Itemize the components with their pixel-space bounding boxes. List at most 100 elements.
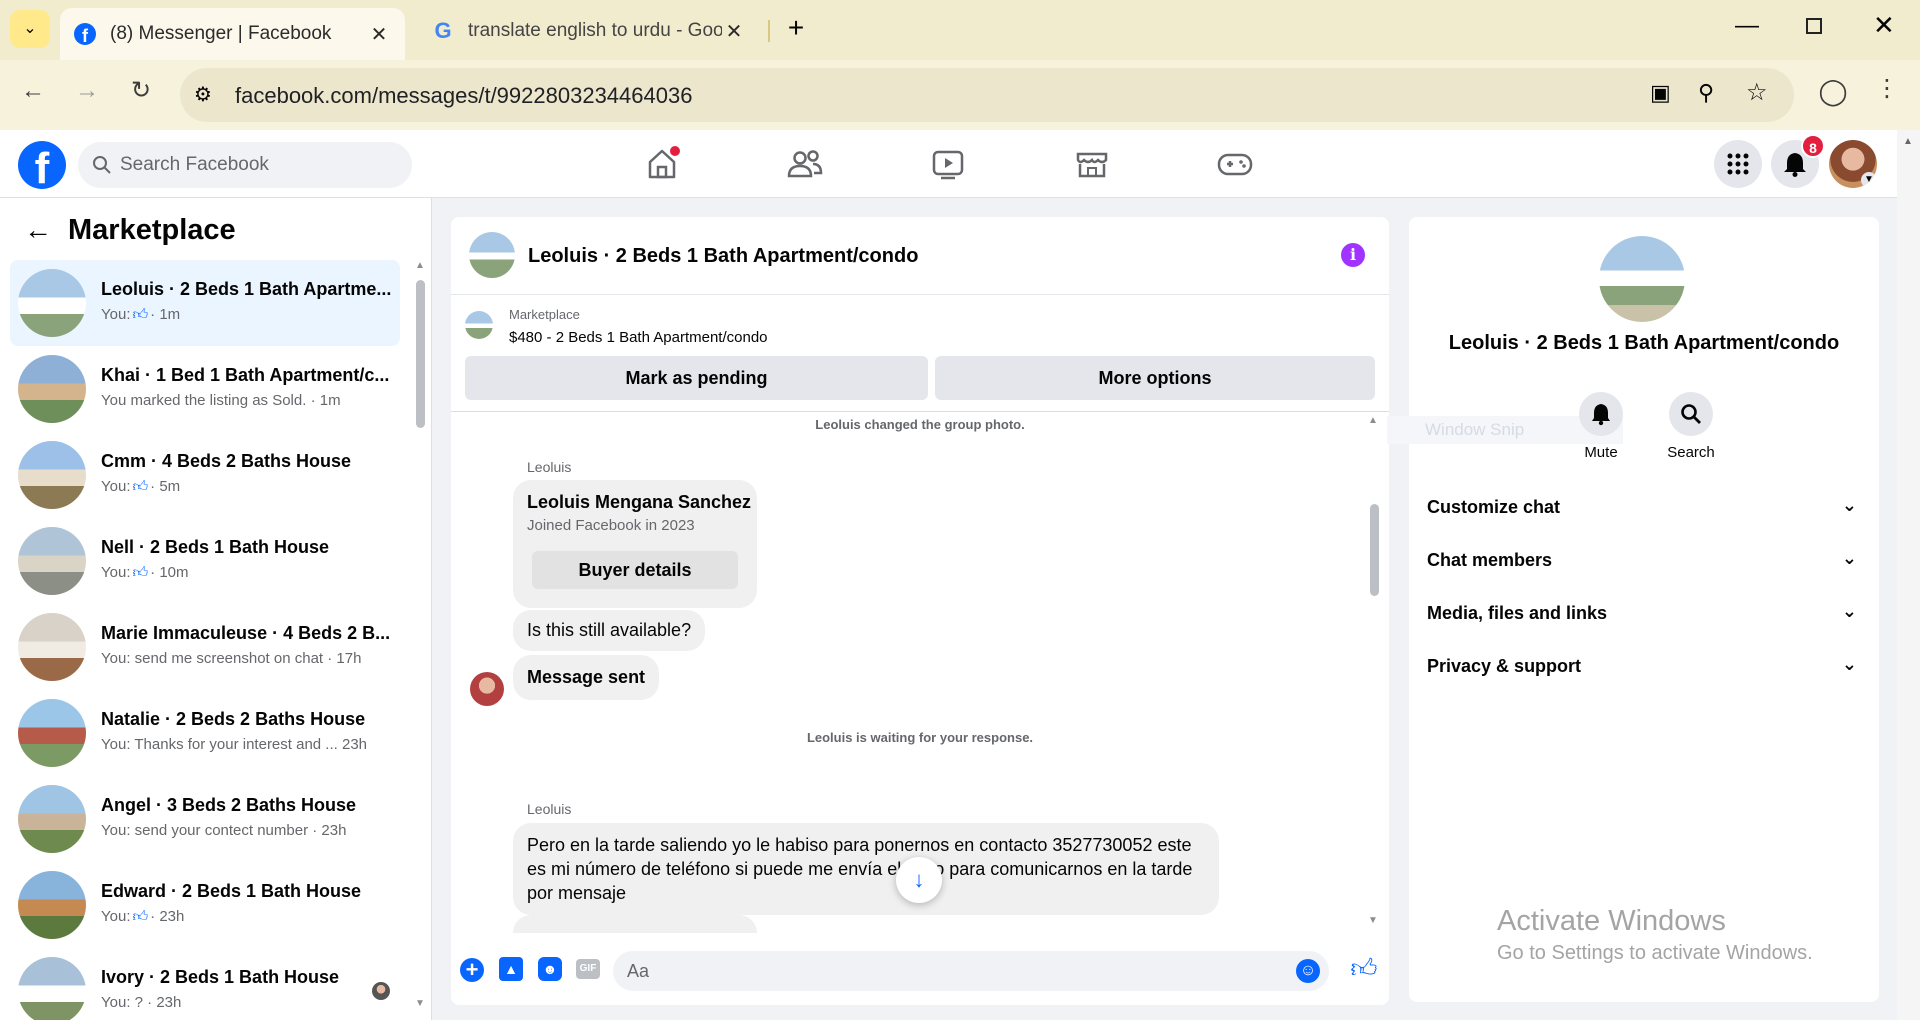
sender-name: Leoluis — [527, 801, 572, 817]
browser-toolbar: ← → ↻ ⚙ facebook.com/messages/t/99228032… — [0, 60, 1920, 130]
photo-icon[interactable]: ▲ — [499, 957, 523, 981]
search-placeholder: Search Facebook — [120, 154, 269, 175]
privacy-support-section[interactable]: Privacy & support ⌄ — [1427, 654, 1857, 677]
conversation-item[interactable]: Angel · 3 Beds 2 Baths House You: send yo… — [10, 776, 400, 862]
snippet-time: · 5m — [150, 478, 181, 495]
mute-button[interactable]: Mute — [1576, 392, 1626, 461]
tab-messenger[interactable]: f (8) Messenger | Facebook ✕ — [60, 8, 405, 60]
account-avatar[interactable]: ▼ — [1829, 140, 1877, 188]
search-input[interactable]: Search Facebook — [78, 142, 412, 188]
listing-thumbnail[interactable] — [465, 311, 493, 339]
add-plus-icon[interactable]: + — [460, 958, 484, 982]
menu-grid-button[interactable] — [1714, 140, 1762, 188]
friends-nav-icon[interactable] — [783, 142, 827, 186]
conversation-avatar — [18, 957, 86, 1020]
restore-icon[interactable] — [1806, 18, 1822, 34]
facebook-logo-icon[interactable]: f — [18, 141, 66, 189]
conversation-item[interactable]: Ivory · 2 Beds 1 Bath House You: ? · 23h — [10, 948, 400, 1020]
sticker-icon[interactable]: ☻ — [538, 957, 562, 981]
search-label: Search — [1667, 444, 1715, 461]
back-icon[interactable]: ← — [16, 77, 50, 105]
video-nav-icon[interactable] — [926, 142, 970, 186]
conversation-item[interactable]: Natalie · 2 Beds 2 Baths House You: Thank… — [10, 690, 400, 776]
mark-pending-button[interactable]: Mark as pending — [465, 356, 928, 400]
emoji-icon[interactable]: ☺ — [1296, 959, 1320, 983]
page-scrollbar[interactable]: ▲ — [1897, 130, 1920, 1020]
conversation-item[interactable]: Leoluis · 2 Beds 1 Bath Apartme... You: 👍︎… — [10, 260, 400, 346]
minimize-icon[interactable]: — — [1735, 12, 1759, 40]
conversation-item[interactable]: Khai · 1 Bed 1 Bath Apartment/c... You ma… — [10, 346, 400, 432]
section-label: Privacy & support — [1427, 656, 1582, 676]
conversation-snippet: You: ? · 23h — [101, 994, 182, 1011]
bookmark-star-icon[interactable]: ☆ — [1746, 78, 1768, 107]
more-options-button[interactable]: More options — [935, 356, 1375, 400]
scroll-thumb[interactable] — [1370, 504, 1379, 596]
conversation-item[interactable]: Marie Immaculeuse · 4 Beds 2 B... You: se… — [10, 604, 400, 690]
profile-icon[interactable]: ◯ — [1816, 76, 1850, 107]
chevron-down-icon: ⌄ — [1841, 495, 1857, 515]
tab-google[interactable]: G translate english to urdu - Goog ✕ — [420, 8, 760, 54]
chat-header: Leoluis · 2 Beds 1 Bath Apartment/condo … — [451, 217, 1389, 295]
snippet-prefix: You: — [101, 478, 131, 495]
close-tab-icon[interactable]: ✕ — [722, 19, 746, 44]
conversation-item[interactable]: Cmm · 4 Beds 2 Baths House You: 👍︎ · 5m — [10, 432, 400, 518]
system-message: Leoluis changed the group photo. — [815, 417, 1025, 432]
conversation-avatar — [18, 269, 86, 337]
sender-avatar — [470, 672, 504, 706]
like-icon[interactable]: 👍︎ — [1348, 953, 1380, 985]
new-tab-button[interactable]: + — [780, 12, 812, 44]
back-arrow-icon[interactable]: ← — [24, 214, 52, 246]
chat-scrollbar[interactable]: ▲ ▼ — [1367, 415, 1381, 930]
chevron-down-icon: ▼ — [1861, 172, 1877, 188]
tab-search-button[interactable]: ⌄ — [10, 10, 50, 48]
snippet-time: · 1m — [150, 306, 181, 323]
conversation-name: Natalie · 2 Beds 2 Baths House — [101, 709, 366, 729]
search-chat-button[interactable]: Search — [1661, 392, 1721, 461]
gaming-nav-icon[interactable] — [1213, 142, 1257, 186]
conversation-item[interactable]: Edward · 2 Beds 1 Bath House You: 👍︎ · 23h — [10, 862, 400, 948]
url-text: facebook.com/messages/t/9922803234464036 — [235, 83, 693, 108]
marketplace-nav-icon[interactable] — [1070, 142, 1114, 186]
chat-title[interactable]: Leoluis · 2 Beds 1 Bath Apartment/condo — [528, 245, 918, 268]
watermark-line2: Go to Settings to activate Windows. — [1497, 942, 1813, 964]
group-avatar[interactable] — [1599, 236, 1685, 322]
chat-avatar[interactable] — [469, 232, 515, 278]
listing-title[interactable]: $480 - 2 Beds 1 Bath Apartment/condo — [509, 329, 768, 346]
chat-members-section[interactable]: Chat members ⌄ — [1427, 548, 1857, 571]
close-tab-icon[interactable]: ✕ — [367, 22, 391, 47]
browser-menu-icon[interactable]: ⋮ — [1870, 74, 1904, 103]
facebook-icon: f — [74, 23, 96, 45]
mute-label: Mute — [1584, 444, 1618, 461]
site-info-icon[interactable]: ⚙ — [194, 82, 212, 107]
bell-icon — [1784, 153, 1806, 177]
conversation-item[interactable]: Nell · 2 Beds 1 Bath House You: 👍︎ · 10m — [10, 518, 400, 604]
scroll-to-bottom-button[interactable]: ↓ — [896, 857, 942, 903]
info-icon[interactable]: i — [1341, 243, 1365, 267]
scroll-thumb[interactable] — [416, 280, 425, 428]
tab-title: translate english to urdu - Goog — [468, 20, 722, 41]
conversation-scrollbar[interactable]: ▲ ▼ — [413, 260, 427, 1020]
tab-title: (8) Messenger | Facebook — [110, 23, 332, 44]
buyer-joined: Joined Facebook in 2023 — [527, 517, 695, 534]
home-nav-icon[interactable] — [640, 142, 684, 186]
message-input[interactable]: Aa ☺ — [613, 951, 1329, 991]
conversation-avatar — [18, 441, 86, 509]
reload-icon[interactable]: ↻ — [124, 76, 158, 105]
gif-icon[interactable]: GIF — [576, 959, 600, 979]
watermark-line1: Activate Windows — [1497, 905, 1726, 937]
conversation-snippet: You: 👍︎ · 10m — [101, 564, 401, 582]
section-label: Media, files and links — [1427, 603, 1608, 623]
conversation-avatar — [18, 871, 86, 939]
mute-bell-icon — [1579, 392, 1623, 436]
system-message: Leoluis is waiting for your response. — [806, 730, 1034, 745]
buyer-details-button[interactable]: Buyer details — [532, 551, 738, 589]
media-files-links-section[interactable]: Media, files and links ⌄ — [1427, 601, 1857, 624]
grid-icon — [1727, 153, 1749, 175]
install-app-icon[interactable]: ▣ — [1650, 80, 1671, 106]
close-window-icon[interactable]: ✕ — [1873, 10, 1895, 41]
notifications-button[interactable]: 8 — [1771, 134, 1825, 188]
forward-icon[interactable]: → — [70, 77, 104, 105]
zoom-icon[interactable]: ⚲ — [1698, 80, 1714, 106]
address-bar[interactable]: ⚙ facebook.com/messages/t/99228032344640… — [180, 68, 1794, 122]
customize-chat-section[interactable]: Customize chat ⌄ — [1427, 495, 1857, 518]
